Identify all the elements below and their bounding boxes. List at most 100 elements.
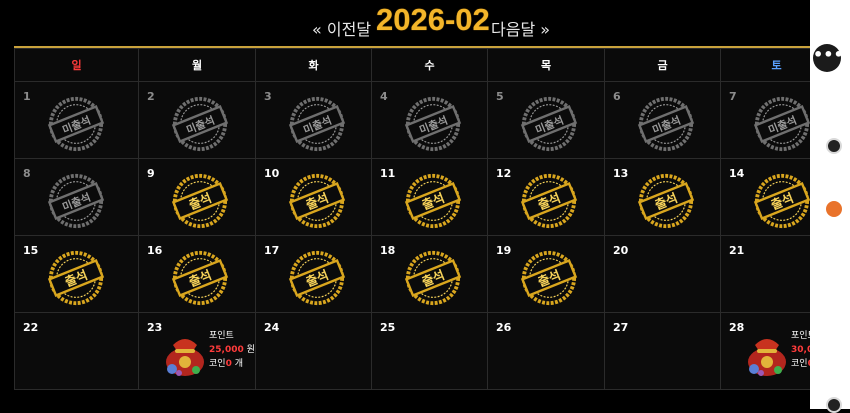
lucky-bag-icon	[748, 339, 786, 376]
day-number: 20	[613, 244, 629, 257]
day-number: 19	[496, 244, 512, 257]
reward-amount: 30,000	[791, 345, 810, 355]
current-month-title: 2026-02	[376, 2, 490, 37]
calendar-day-cell[interactable]: 3 미출석	[255, 81, 372, 159]
calendar-day-cell[interactable]: 13 출석	[604, 158, 721, 236]
weekday-thu: 목	[487, 48, 605, 82]
week-row: 15 출석 16 출석 17 출석 18 출석 19 출석 20 21	[14, 235, 810, 313]
app-badge-icon[interactable]	[826, 138, 842, 154]
user-orange-icon[interactable]	[826, 201, 842, 217]
calendar-day-cell[interactable]: 27	[604, 312, 721, 390]
day-number: 14	[729, 167, 745, 180]
weekday-row: 일 월 화 수 목 금 토	[14, 48, 810, 82]
absent-stamp: 미출석	[637, 96, 695, 152]
present-stamp: 출석	[404, 173, 462, 229]
calendar-day-cell[interactable]: 17 출석	[255, 235, 372, 313]
day-number: 17	[264, 244, 280, 257]
app-badge-icon[interactable]	[826, 397, 842, 413]
calendar-day-cell[interactable]: 26	[487, 312, 605, 390]
month-header: « 이전달 2026-02 다음달 »	[0, 0, 810, 46]
week-row: 2223포인트25,000 원코인0 개2425262728포인트30,000 …	[14, 312, 810, 390]
lucky-bag-icon	[166, 339, 204, 376]
calendar-day-cell[interactable]: 1 미출석	[14, 81, 139, 159]
calendar-day-cell[interactable]: 23 포인트 25,000 원 코인0 개	[138, 312, 256, 390]
day-number: 1	[23, 90, 31, 103]
reward-amount: 25,000	[209, 345, 244, 355]
day-number: 2	[147, 90, 155, 103]
calendar-day-cell[interactable]: 7 미출석	[720, 81, 810, 159]
day-number: 15	[23, 244, 39, 257]
weekday-fri: 금	[604, 48, 721, 82]
present-stamp: 출석	[637, 173, 695, 229]
absent-stamp: 미출석	[47, 173, 105, 229]
day-number: 10	[264, 167, 280, 180]
reward-text: 포인트30,000 원코인0 개	[791, 329, 810, 371]
more-dots-icon[interactable]: •••	[813, 44, 844, 72]
calendar-day-cell[interactable]: 28포인트30,000 원코인0 개	[720, 312, 810, 390]
weekday-wed: 수	[371, 48, 488, 82]
calendar-area: « 이전달 2026-02 다음달 » 일 월 화 수 목 금 토 1 미출석 2 미…	[0, 0, 810, 409]
coin-label: 코인	[791, 359, 808, 369]
present-stamp: 출석	[520, 173, 578, 229]
calendar-day-cell[interactable]: 16 출석	[138, 235, 256, 313]
day-number: 26	[496, 321, 512, 334]
day-number: 4	[380, 90, 388, 103]
absent-stamp: 미출석	[404, 96, 462, 152]
reward-text: 포인트 25,000 원 코인0 개	[209, 329, 255, 371]
day-number: 7	[729, 90, 737, 103]
week-row: 1 미출석 2 미출석 3 미출석 4 미출석 5 미출석 6 미출석 7 미출석	[14, 81, 810, 159]
present-stamp: 출석	[288, 173, 346, 229]
coin-unit: 개	[234, 359, 243, 369]
present-stamp: 출석	[753, 173, 810, 229]
calendar-day-cell[interactable]: 20	[604, 235, 721, 313]
present-stamp: 출석	[288, 250, 346, 306]
calendar-day-cell[interactable]: 22	[14, 312, 139, 390]
day-number: 9	[147, 167, 155, 180]
weekday-mon: 월	[138, 48, 256, 82]
day-number: 6	[613, 90, 621, 103]
calendar-day-cell[interactable]: 10 출석	[255, 158, 372, 236]
day-number: 18	[380, 244, 396, 257]
calendar-day-cell[interactable]: 12 출석	[487, 158, 605, 236]
calendar-day-cell[interactable]: 24	[255, 312, 372, 390]
present-stamp: 출석	[171, 173, 229, 229]
attendance-calendar: 일 월 화 수 목 금 토 1 미출석 2 미출석 3 미출석 4 미출석 5 미출석 6 미출석 7 미…	[14, 48, 810, 390]
calendar-day-cell[interactable]: 5 미출석	[487, 81, 605, 159]
absent-stamp: 미출석	[47, 96, 105, 152]
absent-stamp: 미출석	[171, 96, 229, 152]
day-number: 5	[496, 90, 504, 103]
absent-stamp: 미출석	[520, 96, 578, 152]
absent-stamp: 미출석	[753, 96, 810, 152]
day-number: 11	[380, 167, 396, 180]
calendar-day-cell[interactable]: 11 출석	[371, 158, 488, 236]
reward-label: 포인트	[791, 331, 810, 341]
calendar-day-cell[interactable]: 25	[371, 312, 488, 390]
reward-info: 포인트30,000 원코인0 개	[745, 329, 810, 385]
day-number: 21	[729, 244, 745, 257]
day-number: 16	[147, 244, 163, 257]
present-stamp: 출석	[404, 250, 462, 306]
day-number: 8	[23, 167, 31, 180]
prev-month-link[interactable]: « 이전달	[312, 16, 371, 40]
day-number: 25	[380, 321, 396, 334]
calendar-day-cell[interactable]: 2 미출석	[138, 81, 256, 159]
calendar-day-cell[interactable]: 6 미출석	[604, 81, 721, 159]
calendar-day-cell[interactable]: 21	[720, 235, 810, 313]
calendar-day-cell[interactable]: 4 미출석	[371, 81, 488, 159]
weekday-sat: 토	[720, 48, 810, 82]
weekday-sun: 일	[14, 48, 139, 82]
day-number: 24	[264, 321, 280, 334]
week-row: 8 미출석 9 출석 10 출석 11 출석 12 출석 13 출석 14 출석	[14, 158, 810, 236]
calendar-day-cell[interactable]: 19 출석	[487, 235, 605, 313]
calendar-day-cell[interactable]: 9 출석	[138, 158, 256, 236]
calendar-day-cell[interactable]: 15 출석	[14, 235, 139, 313]
calendar-day-cell[interactable]: 8 미출석	[14, 158, 139, 236]
reward-label: 포인트	[209, 331, 234, 341]
day-number: 12	[496, 167, 512, 180]
calendar-day-cell[interactable]: 18 출석	[371, 235, 488, 313]
next-month-link[interactable]: 다음달 »	[491, 16, 550, 40]
present-stamp: 출석	[520, 250, 578, 306]
day-number: 22	[23, 321, 39, 334]
coin-label: 코인	[209, 359, 226, 369]
calendar-day-cell[interactable]: 14 출석	[720, 158, 810, 236]
